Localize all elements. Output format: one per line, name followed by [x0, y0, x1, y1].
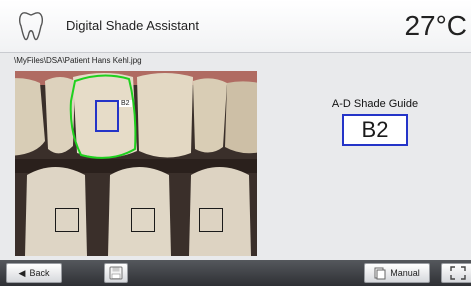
fullscreen-icon — [450, 266, 466, 280]
teeth-photo[interactable]: B2 — [15, 71, 257, 256]
shade-guide-panel: A-D Shade Guide B2 — [300, 98, 450, 146]
manual-button[interactable]: Manual — [364, 263, 430, 283]
app-title: Digital Shade Assistant — [66, 18, 199, 33]
back-button-label: Back — [29, 268, 50, 278]
chevron-left-icon: ◀ — [18, 267, 26, 278]
tooth-icon — [18, 12, 44, 41]
sample-box-right[interactable] — [199, 208, 223, 232]
document-icon — [374, 267, 386, 279]
floppy-disk-icon — [109, 266, 123, 280]
sample-box-left[interactable] — [55, 208, 79, 232]
fullscreen-button[interactable] — [441, 263, 471, 283]
save-button[interactable] — [104, 263, 128, 283]
selection-box[interactable] — [95, 100, 119, 132]
header-bar: Digital Shade Assistant 27°C — [0, 0, 471, 53]
manual-button-label: Manual — [390, 268, 420, 278]
file-path: \MyFiles\DSA\Patient Hans Kehl.jpg — [14, 56, 142, 65]
temperature-readout: 27°C — [404, 10, 467, 41]
bottom-toolbar: ◀ Back Manual — [0, 260, 471, 286]
back-button[interactable]: ◀ Back — [6, 263, 62, 283]
shade-guide-label: A-D Shade Guide — [331, 98, 419, 110]
shade-result-value: B2 — [342, 114, 408, 146]
sample-box-center[interactable] — [131, 208, 155, 232]
shade-tag: B2 — [119, 100, 132, 107]
